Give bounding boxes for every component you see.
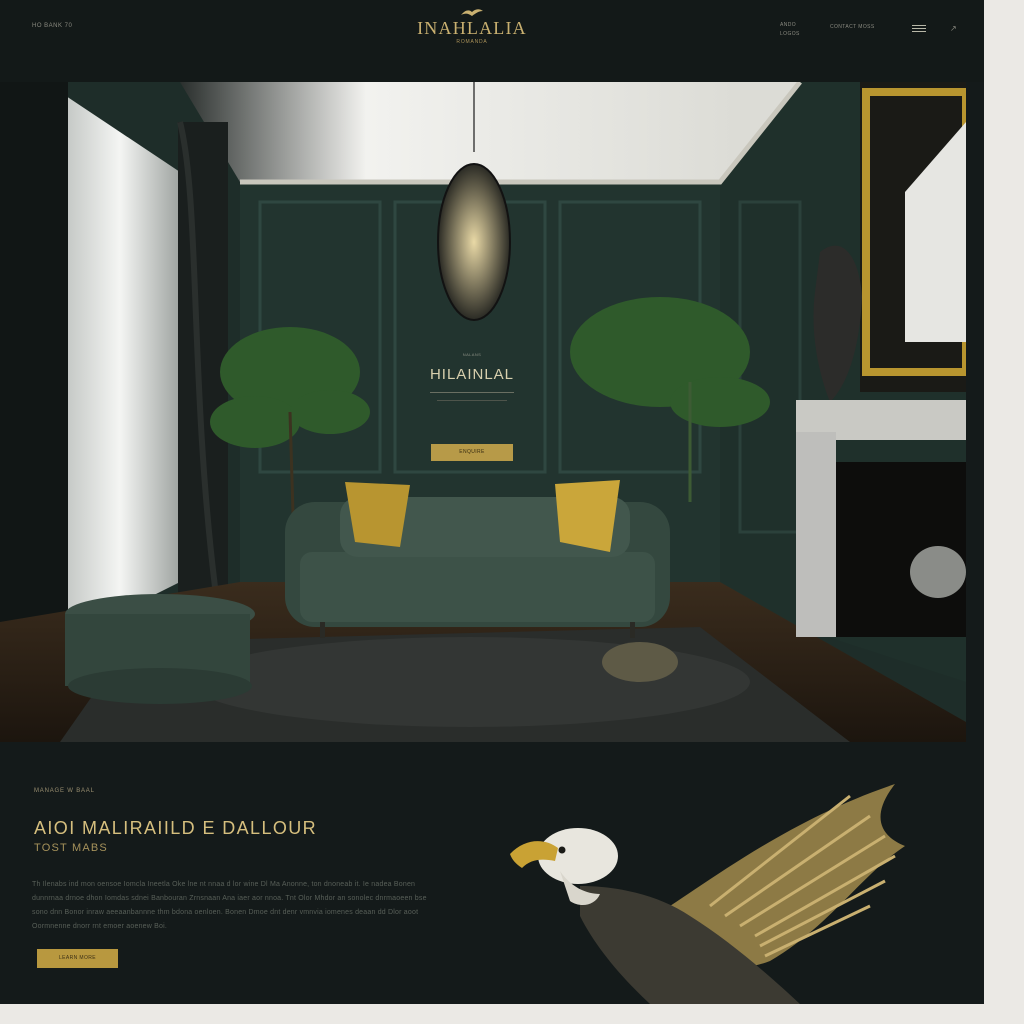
hamburger-menu-icon[interactable] [911, 23, 927, 33]
nav-link[interactable]: ANDO [780, 21, 800, 30]
nav-links: ANDO LOGOS [780, 21, 800, 39]
arrow-icon[interactable]: ↗ [950, 24, 957, 33]
divider [437, 400, 507, 401]
living-room-illustration [0, 82, 966, 742]
bird-logo-icon [461, 9, 483, 16]
brand-logo[interactable]: INAHLALIA ROMANDA [392, 6, 552, 45]
section-body-text: Th Ilenabs ind mon oensoe Iomcla Ineetla… [32, 881, 427, 930]
nav-link[interactable]: LOGOS [780, 30, 800, 39]
site-header: HO BANK 70 INAHLALIA ROMANDA ANDO LOGOS … [0, 0, 984, 82]
section-headline: AIOI MALIRAIILD E DALLOUR [34, 818, 318, 838]
hero-pretitle: NALANS [462, 352, 482, 357]
page: HO BANK 70 INAHLALIA ROMANDA ANDO LOGOS … [0, 0, 984, 1004]
learn-more-button[interactable]: LEARN MORE [37, 949, 118, 968]
hero-title: HILAINLAL [429, 366, 515, 383]
hero-image: NALANS HILAINLAL ENQUIRE [0, 82, 966, 742]
section-subheadline: TOST MABS [34, 842, 108, 854]
contact-link[interactable]: CONTACT MOSS [830, 24, 875, 30]
brand-name: INAHLALIA [417, 18, 527, 38]
header-left-link[interactable]: HO BANK 70 [32, 23, 72, 29]
section-eyebrow: MANAGE W BAAL [34, 788, 95, 794]
hero-cta-button[interactable]: ENQUIRE [431, 444, 513, 461]
divider [430, 392, 514, 393]
brand-tagline: ROMANDA [456, 39, 488, 45]
eagle-illustration [510, 784, 905, 1004]
